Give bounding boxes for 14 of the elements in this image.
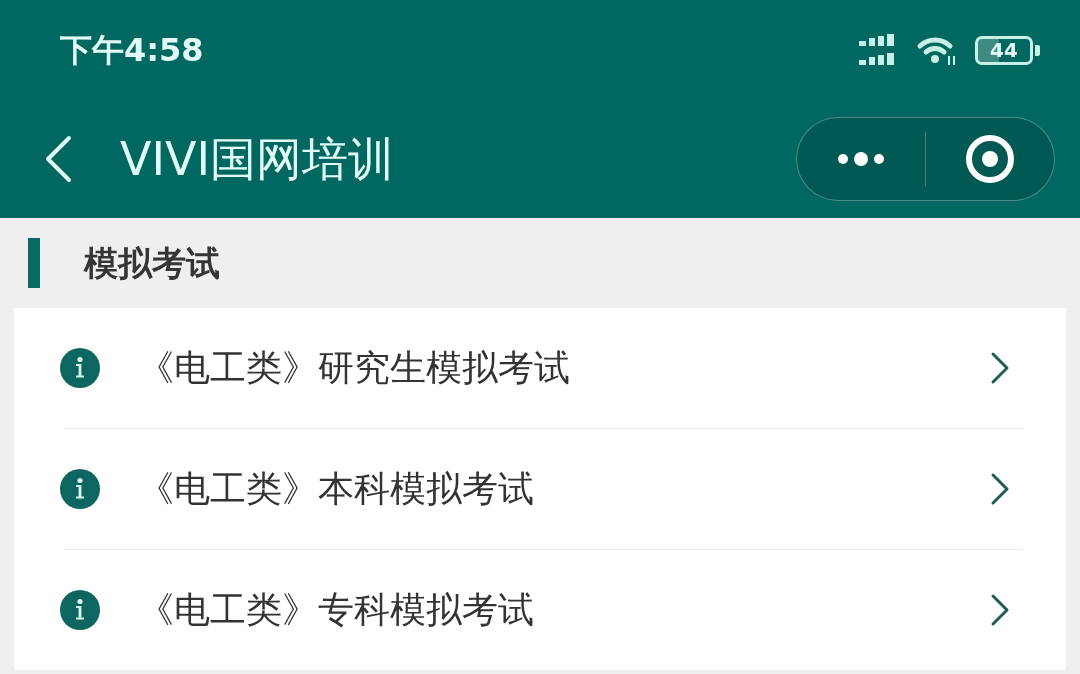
chevron-icon bbox=[990, 593, 1010, 627]
status-time: 下午4:58 bbox=[60, 34, 204, 66]
more-icon[interactable] bbox=[838, 152, 884, 166]
back-icon[interactable] bbox=[44, 135, 72, 183]
info-icon bbox=[60, 469, 100, 509]
page-title: VIVI国网培训 bbox=[120, 136, 395, 182]
chevron-icon bbox=[990, 351, 1010, 385]
section-title: 模拟考试 bbox=[84, 246, 220, 280]
info-icon bbox=[60, 348, 100, 388]
info-icon bbox=[60, 590, 100, 630]
ring-icon[interactable] bbox=[966, 135, 1014, 183]
chevron-icon bbox=[990, 472, 1010, 506]
battery-indicator: 44 bbox=[975, 35, 1040, 65]
accent-bar-icon bbox=[28, 238, 40, 288]
